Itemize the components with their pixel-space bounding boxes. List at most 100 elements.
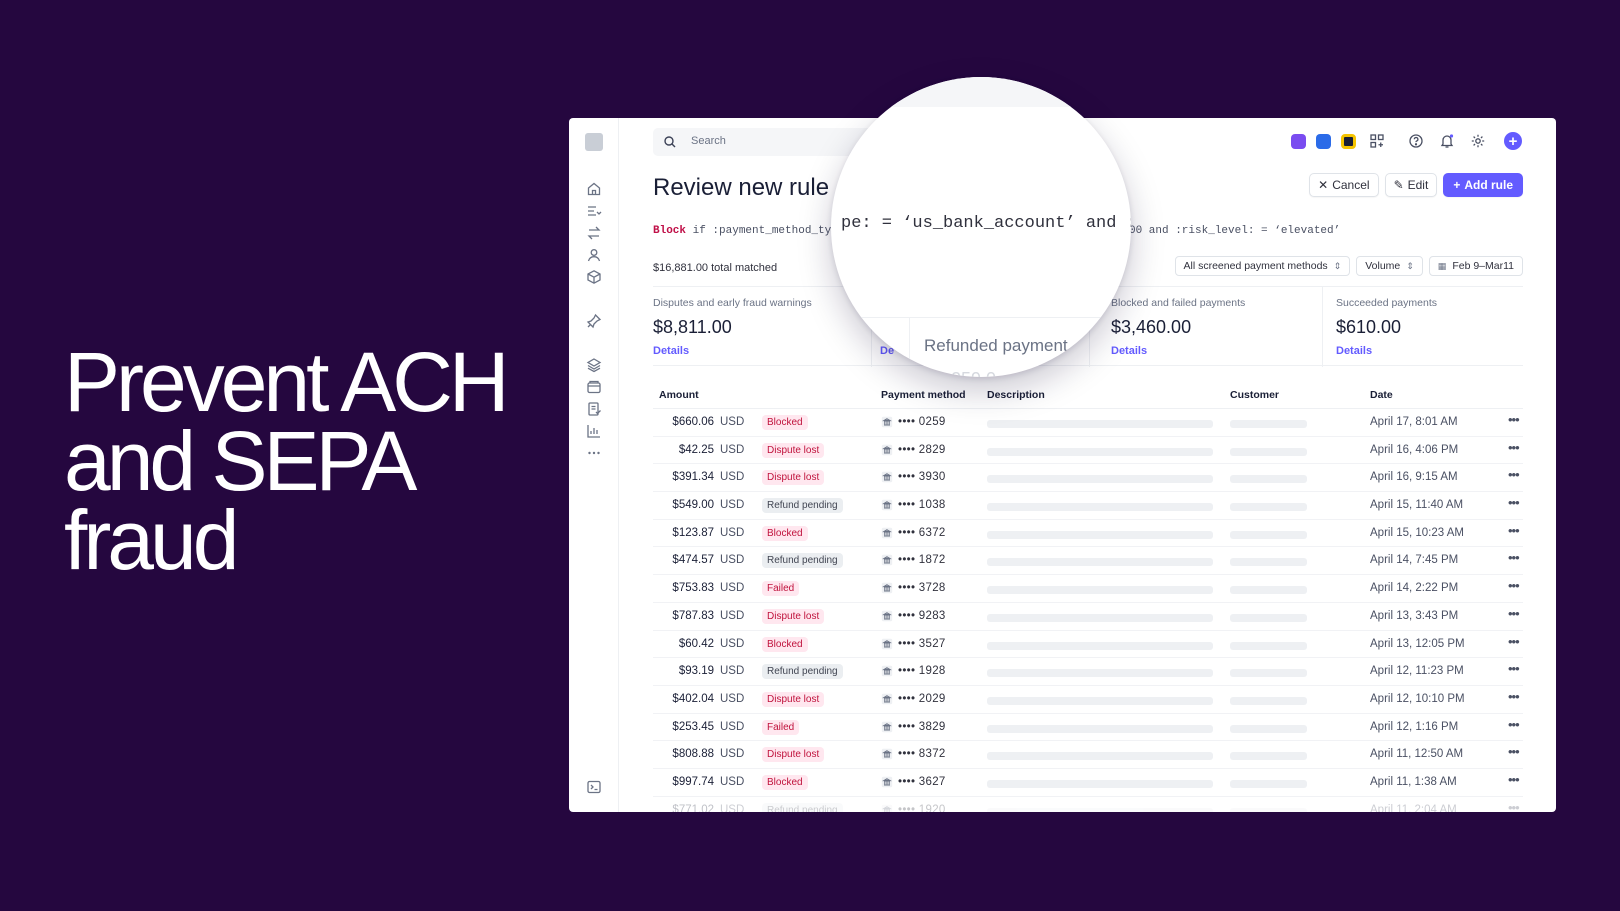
row-more-icon[interactable]: ••• xyxy=(1508,578,1520,593)
table-row[interactable]: $787.83 USD Dispute lost •••• 9283 April 13,… xyxy=(653,603,1523,631)
bank-icon xyxy=(881,582,893,594)
rule-keyword: Block xyxy=(653,225,687,237)
chevron-updown-icon: ⇕ xyxy=(1333,260,1342,271)
status-badge: Dispute lost xyxy=(762,691,825,707)
app-icon-1[interactable] xyxy=(1291,133,1306,149)
details-link[interactable]: Details xyxy=(1111,345,1321,357)
description-placeholder xyxy=(987,503,1213,512)
list-icon[interactable] xyxy=(586,203,602,219)
table-row[interactable]: $771.02 USD Refund pending •••• 1920 April 1… xyxy=(653,797,1523,812)
currency-cell: USD xyxy=(720,582,745,595)
account-logo[interactable] xyxy=(585,133,603,151)
payment-method-cell: •••• 8372 xyxy=(898,748,946,761)
wallet-icon[interactable] xyxy=(586,379,602,395)
row-more-icon[interactable]: ••• xyxy=(1508,661,1520,676)
bank-icon xyxy=(881,527,893,539)
add-rule-button[interactable]: + Add rule xyxy=(1443,173,1523,197)
row-more-icon[interactable]: ••• xyxy=(1508,412,1520,427)
payments-table: Amount Payment method Description Custom… xyxy=(653,385,1523,812)
payment-method-cell: •••• 6372 xyxy=(898,526,946,539)
chart-icon[interactable] xyxy=(586,423,602,439)
customer-placeholder xyxy=(1230,447,1307,456)
table-row[interactable]: $253.45 USD Failed •••• 3829 April 12, 1:16 … xyxy=(653,714,1523,742)
apps-grid-icon[interactable] xyxy=(1366,131,1387,152)
app-icon-2[interactable] xyxy=(1316,133,1331,149)
table-row[interactable]: $93.19 USD Refund pending •••• 1928 April 12… xyxy=(653,658,1523,686)
home-icon[interactable] xyxy=(586,181,602,197)
table-row[interactable]: $402.04 USD Dispute lost •••• 2029 April 12,… xyxy=(653,686,1523,714)
box-icon[interactable] xyxy=(586,269,602,285)
details-link[interactable]: Details xyxy=(653,345,863,357)
row-more-icon[interactable]: ••• xyxy=(1508,606,1520,621)
col-description[interactable]: Description xyxy=(987,389,1045,401)
row-more-icon[interactable]: ••• xyxy=(1508,800,1520,812)
layers-icon[interactable] xyxy=(586,357,602,373)
headline: Prevent ACH and SEPA fraud xyxy=(64,340,564,582)
date-cell: April 12, 10:10 PM xyxy=(1370,692,1465,705)
date-cell: April 16, 9:15 AM xyxy=(1370,471,1458,484)
table-row[interactable]: $60.42 USD Blocked •••• 3527 April 13, 12:05… xyxy=(653,631,1523,659)
date-range-filter[interactable]: ▦ Feb 9–Mar11 xyxy=(1428,256,1523,276)
row-more-icon[interactable]: ••• xyxy=(1508,772,1520,787)
add-rule-label: Add rule xyxy=(1464,178,1513,192)
row-more-icon[interactable]: ••• xyxy=(1508,689,1520,704)
row-more-icon[interactable]: ••• xyxy=(1508,440,1520,455)
volume-filter-label: Volume xyxy=(1365,260,1401,272)
metric-label: Succeeded payments xyxy=(1336,297,1437,309)
payment-method-cell: •••• 1872 xyxy=(898,554,946,567)
table-row[interactable]: $549.00 USD Refund pending •••• 1038 April 1… xyxy=(653,492,1523,520)
customer-placeholder xyxy=(1230,641,1307,650)
table-row[interactable]: $997.74 USD Blocked •••• 3627 April 11, 1:38… xyxy=(653,769,1523,797)
row-more-icon[interactable]: ••• xyxy=(1508,744,1520,759)
row-more-icon[interactable]: ••• xyxy=(1508,523,1520,538)
payment-method-cell: •••• 3627 xyxy=(898,775,946,788)
col-payment-method[interactable]: Payment method xyxy=(881,389,966,401)
terminal-icon[interactable] xyxy=(586,779,602,795)
status-badge: Refund pending xyxy=(762,802,843,812)
customer-placeholder xyxy=(1230,475,1307,484)
more-icon[interactable] xyxy=(586,445,602,461)
volume-filter[interactable]: Volume ⇕ xyxy=(1356,256,1423,276)
customer-placeholder xyxy=(1230,724,1307,733)
gear-icon[interactable] xyxy=(1467,131,1488,152)
table-row[interactable]: $753.83 USD Failed •••• 3728 April 14, 2:22 … xyxy=(653,575,1523,603)
row-more-icon[interactable]: ••• xyxy=(1508,467,1520,482)
table-row[interactable]: $391.34 USD Dispute lost •••• 3930 April 16,… xyxy=(653,464,1523,493)
table-row[interactable]: $660.06 USD Blocked •••• 0259 April 17, 8:01… xyxy=(653,409,1523,437)
row-more-icon[interactable]: ••• xyxy=(1508,495,1520,510)
table-row[interactable]: $808.88 USD Dispute lost •••• 8372 April 11,… xyxy=(653,741,1523,769)
app-icon-3[interactable] xyxy=(1341,133,1356,149)
row-more-icon[interactable]: ••• xyxy=(1508,634,1520,649)
payment-methods-filter[interactable]: All screened payment methods ⇕ xyxy=(1174,256,1351,276)
help-icon[interactable] xyxy=(1405,131,1426,152)
col-date[interactable]: Date xyxy=(1370,389,1393,401)
col-amount[interactable]: Amount xyxy=(659,389,699,401)
payment-methods-filter-label: All screened payment methods xyxy=(1183,260,1328,272)
edit-button[interactable]: ✎ Edit xyxy=(1384,173,1438,197)
row-more-icon[interactable]: ••• xyxy=(1508,717,1520,732)
report-icon[interactable] xyxy=(586,401,602,417)
date-cell: April 14, 2:22 PM xyxy=(1370,582,1459,595)
row-more-icon[interactable]: ••• xyxy=(1508,550,1520,565)
create-plus-icon[interactable]: + xyxy=(1504,132,1522,150)
amount-cell: $771.02 xyxy=(672,803,714,812)
transfer-icon[interactable] xyxy=(586,225,602,241)
customer-placeholder xyxy=(1230,530,1307,539)
customer-placeholder xyxy=(1230,558,1307,567)
table-row[interactable]: $474.57 USD Refund pending •••• 1872 April 1… xyxy=(653,547,1523,576)
customer-placeholder xyxy=(1230,586,1307,595)
bell-icon[interactable] xyxy=(1436,131,1457,152)
user-icon[interactable] xyxy=(586,247,602,263)
details-link[interactable]: Details xyxy=(1336,345,1526,357)
table-row[interactable]: $123.87 USD Blocked •••• 6372 April 15, 10:2… xyxy=(653,520,1523,548)
cancel-button[interactable]: ✕ Cancel xyxy=(1309,173,1379,197)
currency-cell: USD xyxy=(720,554,745,567)
date-cell: April 15, 11:40 AM xyxy=(1370,499,1464,512)
description-placeholder xyxy=(987,807,1213,812)
table-row[interactable]: $42.25 USD Dispute lost •••• 2829 April 16, … xyxy=(653,437,1523,465)
rule-text: if :payment_method_typ xyxy=(686,225,838,237)
date-cell: April 15, 10:23 AM xyxy=(1370,526,1464,539)
customer-placeholder xyxy=(1230,779,1307,788)
col-customer[interactable]: Customer xyxy=(1230,389,1279,401)
pin-icon[interactable] xyxy=(586,313,602,329)
